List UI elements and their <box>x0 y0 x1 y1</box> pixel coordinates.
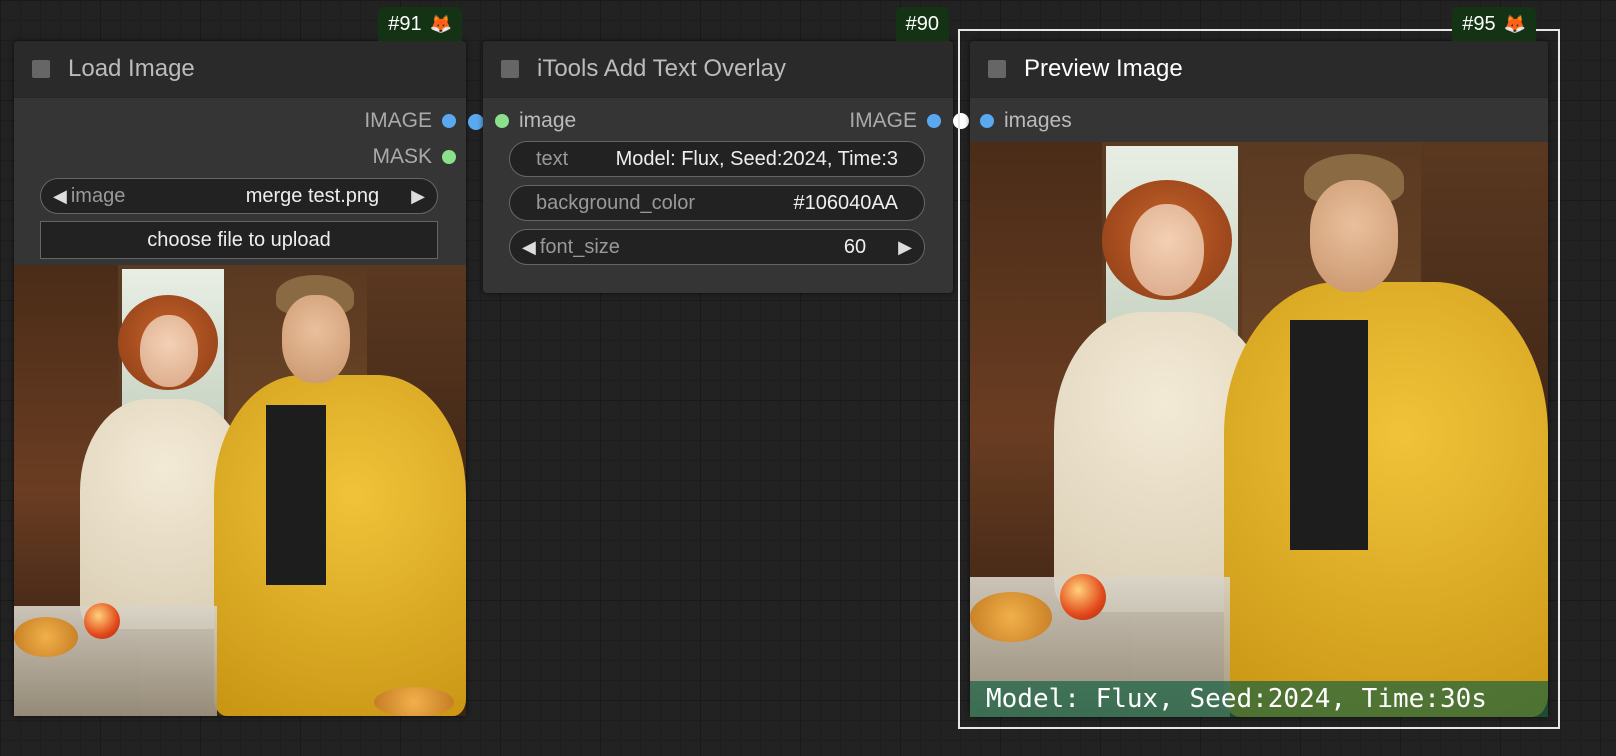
input-slot-images[interactable]: images <box>980 103 1072 139</box>
link-connector-icon[interactable] <box>468 114 484 130</box>
widget-value: merge test.png <box>245 184 380 207</box>
output-slot-label: MASK <box>372 145 432 168</box>
widget-label: text <box>536 147 569 170</box>
node-id-label: #90 <box>905 12 939 35</box>
collapse-toggle-icon[interactable] <box>501 60 519 78</box>
preview-image-output: Model: Flux, Seed:2024, Time:30s <box>970 142 1548 717</box>
collapse-toggle-icon[interactable] <box>988 60 1006 78</box>
widget-label: image <box>70 184 126 207</box>
image-combo-widget[interactable]: ◀ image merge test.png ▶ <box>40 178 438 214</box>
loaded-image-preview <box>14 265 466 716</box>
background-color-widget[interactable]: background_color #106040AA <box>509 185 925 221</box>
text-overlay-banner: Model: Flux, Seed:2024, Time:30s <box>970 681 1548 717</box>
input-slot-label: image <box>519 109 577 132</box>
output-slot-mask[interactable]: MASK <box>372 139 456 175</box>
input-slot-image[interactable]: image <box>495 103 576 139</box>
font-size-widget[interactable]: ◀ font_size 60 ▶ <box>509 229 925 265</box>
output-slot-label: IMAGE <box>364 109 432 132</box>
widget-label: font_size <box>539 235 620 258</box>
output-dot-icon[interactable] <box>927 114 941 128</box>
output-dot-icon[interactable] <box>442 150 456 164</box>
node-title: Preview Image <box>1024 55 1183 82</box>
preview-image-node[interactable]: #95 🦊 Preview Image images Model: Flux, … <box>970 7 1548 717</box>
node-id-label: #91 <box>388 12 422 35</box>
arrow-left-icon[interactable]: ◀ <box>53 186 67 207</box>
node-header[interactable]: iTools Add Text Overlay <box>483 41 953 98</box>
node-id-label: #95 <box>1462 12 1496 35</box>
output-slot-image[interactable]: IMAGE <box>364 103 456 139</box>
input-dot-icon[interactable] <box>980 114 994 128</box>
input-dot-icon[interactable] <box>495 114 509 128</box>
arrow-left-icon[interactable]: ◀ <box>522 237 536 258</box>
arrow-right-icon[interactable]: ▶ <box>411 186 425 207</box>
text-widget[interactable]: text Model: Flux, Seed:2024, Time:3 <box>509 141 925 177</box>
load-image-node[interactable]: #91 🦊 Load Image IMAGE MASK ◀ image merg… <box>14 7 466 716</box>
node-title: Load Image <box>68 55 195 82</box>
output-slot-label: IMAGE <box>849 109 917 132</box>
collapse-toggle-icon[interactable] <box>32 60 50 78</box>
node-header[interactable]: Preview Image <box>970 41 1548 98</box>
fox-icon: 🦊 <box>429 13 452 34</box>
text-overlay-node[interactable]: #90 iTools Add Text Overlay image IMAGE … <box>483 7 953 293</box>
output-slot-image[interactable]: IMAGE <box>849 103 941 139</box>
node-header[interactable]: Load Image <box>14 41 466 98</box>
input-slot-label: images <box>1004 109 1072 132</box>
widget-value: #106040AA <box>793 191 898 214</box>
widget-label: background_color <box>536 191 695 214</box>
node-id-badge: #95 🦊 <box>1452 7 1536 41</box>
node-id-badge: #90 <box>895 7 949 41</box>
output-dot-icon[interactable] <box>442 114 456 128</box>
choose-file-button[interactable]: choose file to upload <box>40 221 438 259</box>
fox-icon: 🦊 <box>1503 13 1526 34</box>
widget-value: Model: Flux, Seed:2024, Time:3 <box>615 147 898 170</box>
widget-value: 60 <box>843 235 867 258</box>
node-title: iTools Add Text Overlay <box>537 55 787 82</box>
node-id-badge: #91 🦊 <box>378 7 462 41</box>
arrow-right-icon[interactable]: ▶ <box>898 237 912 258</box>
